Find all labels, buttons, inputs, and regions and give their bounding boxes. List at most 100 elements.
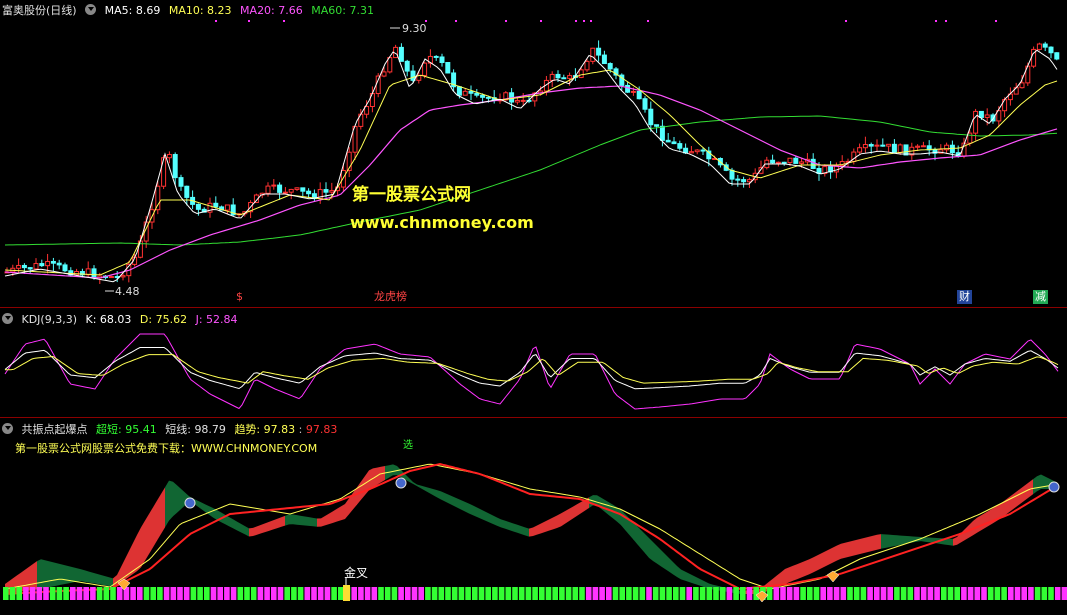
signal-bar (29, 587, 36, 600)
resonance-band (233, 519, 237, 531)
resonance-band (865, 536, 869, 553)
signal-bar (733, 587, 739, 600)
signal-bar (478, 587, 485, 600)
tag-longhubang[interactable]: 龙虎榜 (372, 290, 409, 304)
resonance-band (309, 517, 313, 527)
signal-bar (445, 587, 451, 600)
candle-body (56, 262, 62, 266)
candle-body (108, 276, 114, 279)
resonance-band (477, 507, 481, 519)
indicator-pane[interactable]: 共振点起爆点 超短: 95.41 短线: 98.79 趋势: 97.83 : 9… (0, 419, 1067, 615)
signal-bar (585, 587, 592, 600)
resonance-band (897, 535, 901, 546)
resonance-band (169, 480, 173, 521)
resonance-band (429, 487, 433, 496)
resonance-band (197, 500, 201, 509)
resonance-band (833, 545, 837, 563)
signal-bar (16, 587, 22, 600)
resonance-band (1017, 488, 1021, 507)
signal-bar (1008, 587, 1014, 600)
kdj-collapse-icon[interactable] (2, 313, 13, 324)
candle-body (300, 187, 306, 192)
signal-bar (331, 587, 337, 600)
resonance-band (529, 527, 533, 537)
signal-bar (9, 587, 16, 600)
signal-bar (498, 587, 505, 600)
price-chart-pane[interactable]: 富奥股份(日线) MA5: 8.69 MA10: 8.23 MA20: 7.66… (0, 0, 1067, 307)
candle-body (16, 264, 22, 269)
signal-bar (847, 587, 853, 600)
signal-bar (639, 587, 646, 600)
signal-bar (177, 587, 183, 600)
resonance-band (885, 534, 889, 548)
resonance-band (661, 550, 665, 569)
marker-dot (995, 20, 997, 22)
diamond-icon (826, 570, 840, 583)
candle-body (567, 75, 573, 79)
signal-bar (1021, 587, 1027, 600)
resonance-band (521, 526, 525, 536)
resonance-band (137, 527, 141, 572)
resonance-band (177, 485, 181, 513)
resonance-band (685, 571, 689, 582)
resonance-band (173, 481, 177, 517)
signal-bar (1054, 587, 1061, 600)
candlestick-chart[interactable] (0, 0, 1067, 307)
resonance-band (65, 565, 69, 584)
candle-body (978, 110, 984, 118)
resonance-band (1021, 485, 1025, 504)
resonance-band (553, 515, 557, 530)
candle-body (398, 46, 404, 62)
signal-bar (900, 587, 907, 600)
resonance-band (393, 464, 397, 476)
resonance-band (181, 488, 185, 510)
resonance-band (1033, 476, 1037, 495)
candle-body (741, 179, 747, 183)
stock-title: 富奥股份(日线) (2, 4, 77, 17)
candle-body (323, 189, 329, 193)
resonance-band (277, 517, 281, 529)
kdj-pane[interactable]: KDJ(9,3,3) K: 68.03 D: 75.62 J: 52.84 (0, 309, 1067, 417)
resonance-band (681, 569, 685, 581)
signal-bar (726, 587, 733, 600)
resonance-band (505, 520, 509, 530)
signal-bar (358, 587, 364, 600)
signal-bar (458, 587, 465, 600)
resonance-band (33, 561, 37, 590)
resonance-band (241, 523, 245, 535)
marker-dot (575, 20, 577, 22)
resonance-band (417, 484, 421, 489)
resonance-band (509, 522, 513, 532)
tag-dollar[interactable]: $ (234, 290, 245, 304)
candle-body (700, 149, 706, 152)
signal-bar (773, 587, 780, 600)
resonance-band (837, 543, 841, 561)
signal-bar (438, 587, 445, 600)
signal-bar (170, 587, 177, 600)
signal-bar (820, 587, 826, 600)
signal-bar (652, 587, 659, 600)
signal-bar (411, 587, 418, 600)
ind-collapse-icon[interactable] (2, 423, 13, 434)
indicator-title: 共振点起爆点 (21, 423, 88, 436)
resonance-band (93, 572, 97, 584)
tag-finance[interactable]: 财 (957, 290, 972, 304)
signal-bar (686, 587, 692, 600)
tag-reduce[interactable]: 减 (1033, 290, 1048, 304)
candle-body (984, 114, 990, 118)
resonance-band (657, 546, 661, 567)
signal-bar (190, 587, 197, 600)
signal-bar (874, 587, 880, 600)
candle-body (607, 63, 613, 70)
resonance-band (861, 537, 865, 554)
resonance-band (425, 486, 429, 493)
resonance-band (421, 485, 425, 491)
signal-bar (512, 587, 518, 600)
signal-bar (378, 587, 384, 600)
signal-bar (867, 587, 873, 600)
collapse-icon[interactable] (85, 4, 97, 15)
candle-body (735, 178, 741, 181)
signal-bar (1014, 587, 1021, 600)
signal-bar (612, 587, 619, 600)
signal-bar (967, 587, 974, 600)
